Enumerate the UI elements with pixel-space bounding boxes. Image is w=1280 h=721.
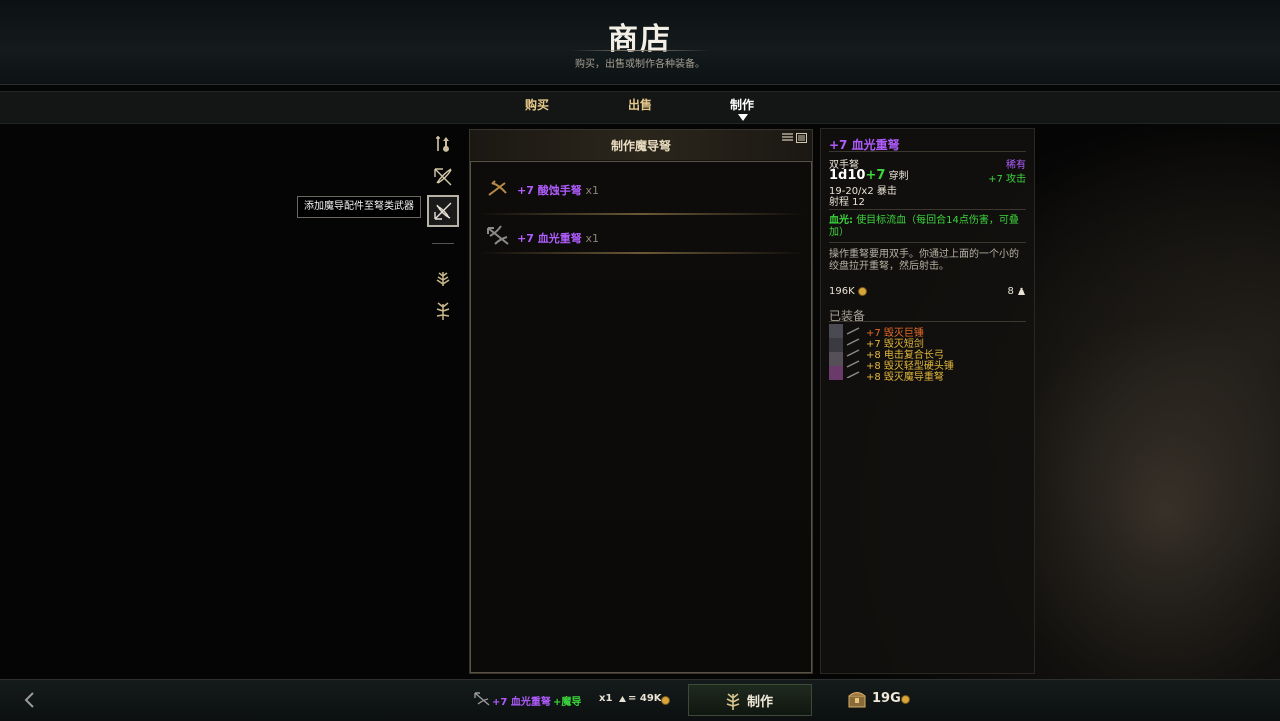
ability-label: 血光:: [829, 215, 853, 226]
detail-view-icon[interactable]: [796, 133, 807, 143]
craft-panel-title: 制作魔导弩: [610, 139, 671, 153]
coin-icon: [661, 696, 670, 705]
craft-cost: = 49K: [628, 693, 662, 704]
detail-range: 射程 12: [829, 197, 865, 208]
portrait-avatar: [829, 366, 843, 380]
gold-amount: 19G: [872, 691, 901, 706]
ability-text: 使目标流血（每回合14点伤害，可叠加）: [829, 215, 1019, 238]
party-portraits: [829, 324, 861, 380]
category-divider: [432, 243, 454, 244]
detail-weight: 8: [1007, 286, 1014, 297]
detail-damage-type: 穿刺: [888, 171, 909, 182]
craft-item-list: +7 酸蚀手弩 x1 +7 血光重弩 x1: [470, 161, 812, 673]
portrait-avatar: [829, 338, 843, 352]
coin-icon: [901, 695, 910, 704]
craft-button[interactable]: 制作: [688, 684, 812, 716]
herb-icon[interactable]: [430, 297, 456, 323]
title-divider: [570, 50, 710, 51]
list-item-acid-hand-crossbow[interactable]: +7 酸蚀手弩 x1: [479, 165, 805, 209]
equipped-weapon-icons: [846, 327, 860, 378]
coin-icon: [857, 286, 867, 296]
detail-damage-bonus: +7: [865, 168, 886, 183]
active-tab-indicator: [738, 114, 748, 121]
craft-panel-header: 制作魔导弩: [470, 130, 812, 160]
detail-attack-bonus: +7 攻击: [988, 174, 1026, 185]
tab-buy[interactable]: 购买: [525, 96, 549, 113]
craft-quantity: x1: [599, 693, 613, 704]
category-tooltip: 添加魔导配件至弩类武器: [297, 196, 421, 218]
detail-divider: [829, 151, 1026, 152]
item-name: +7 血光重弩: [517, 232, 582, 245]
list-view-icon[interactable]: [782, 133, 793, 143]
list-item-bloodlight-heavy-crossbow[interactable]: +7 血光重弩 x1: [479, 213, 805, 257]
hand-crossbow-icon: [488, 180, 507, 196]
detail-price: 196K: [829, 286, 855, 297]
crossbow-icon[interactable]: [430, 164, 456, 190]
bottom-bar: +7 血光重弩 +魔导 x1 = 49K 制作 19G: [0, 679, 1280, 721]
magic-crossbow-icon[interactable]: [427, 195, 459, 227]
craft-wheat-icon: [726, 693, 740, 710]
page-title: 商店: [608, 22, 672, 57]
equipped-item: +8 毁灭魔导重弩: [866, 372, 944, 383]
detail-description: 操作重弩要用双手。你通过上面的一个小的绞盘拉开重弩，然后射击。: [829, 249, 1019, 272]
detail-divider: [829, 242, 1026, 243]
quantity-up-icon[interactable]: [619, 696, 626, 702]
detail-divider: [829, 321, 1026, 322]
portrait-avatar: [829, 324, 843, 338]
item-qty: x1: [585, 232, 600, 245]
craft-panel: 制作魔导弩 +7 酸蚀手弩 x1 +7 血光重弩 x1: [469, 129, 813, 674]
item-qty: x1: [585, 184, 600, 197]
detail-rarity: 稀有: [1006, 160, 1026, 171]
detail-damage-base: 1d10: [829, 168, 866, 183]
crossbow-icon: [474, 692, 490, 706]
back-arrow-icon[interactable]: [20, 690, 40, 710]
weight-icon: [1018, 287, 1025, 295]
tab-craft[interactable]: 制作: [730, 96, 754, 113]
recipe-item-name: +7 血光重弩: [492, 697, 551, 708]
shop-header: 商店 购买，出售或制作各种装备。: [0, 0, 1280, 85]
potion-sword-icon[interactable]: [430, 131, 456, 157]
detail-divider: [829, 209, 1026, 210]
wheat-icon[interactable]: [430, 264, 456, 290]
tab-sell[interactable]: 出售: [628, 96, 652, 113]
list-divider: [479, 252, 805, 254]
page-subtitle: 购买，出售或制作各种装备。: [575, 59, 705, 70]
recipe-addon: +魔导: [553, 697, 582, 708]
item-name: +7 酸蚀手弩: [517, 184, 582, 197]
heavy-crossbow-icon: [487, 225, 509, 245]
tab-bar: 购买 出售 制作: [0, 91, 1280, 124]
craft-button-label: 制作: [747, 695, 774, 710]
item-detail-panel: +7 血光重弩 双手弩 稀有 1d10+7 穿刺 +7 攻击 19-20/x2 …: [820, 128, 1035, 674]
treasure-chest-icon: [848, 692, 866, 708]
portrait-avatar: [829, 352, 843, 366]
